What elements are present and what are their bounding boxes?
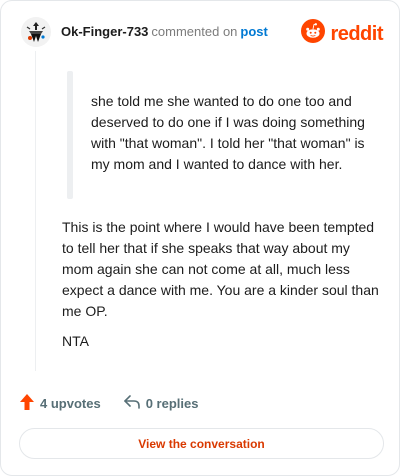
reddit-logo[interactable]: reddit (301, 19, 383, 48)
commented-on-label: commented on (151, 24, 238, 39)
avatar[interactable] (21, 17, 51, 47)
view-conversation-button[interactable]: View the conversation (19, 428, 384, 459)
comment-meta: Ok-Finger-733 commented on post (61, 23, 268, 41)
comment-header: Ok-Finger-733 commented on post (21, 17, 268, 47)
post-link[interactable]: post (240, 24, 267, 39)
reply-arrow-icon (123, 394, 141, 413)
reddit-snoo-icon (301, 19, 326, 48)
quote-bar (67, 71, 73, 199)
comment-embed-card: Ok-Finger-733 commented on post reddit she… (0, 0, 400, 476)
thread-line (35, 51, 36, 371)
quoted-text: she told me she wanted to do one too and… (91, 93, 365, 172)
reply-button[interactable]: 0 replies (123, 394, 199, 413)
upvote-count: 4 upvotes (40, 396, 101, 411)
comment-actions: 4 upvotes 0 replies (19, 393, 198, 414)
comment-closing: NTA (62, 333, 89, 349)
arrow-up-icon (19, 393, 35, 414)
upvote-button[interactable]: 4 upvotes (19, 393, 101, 414)
comment-body: This is the point where I would have bee… (62, 219, 379, 319)
reddit-wordmark: reddit (330, 22, 383, 45)
username-link[interactable]: Ok-Finger-733 (61, 24, 148, 39)
reply-count: 0 replies (145, 396, 199, 411)
